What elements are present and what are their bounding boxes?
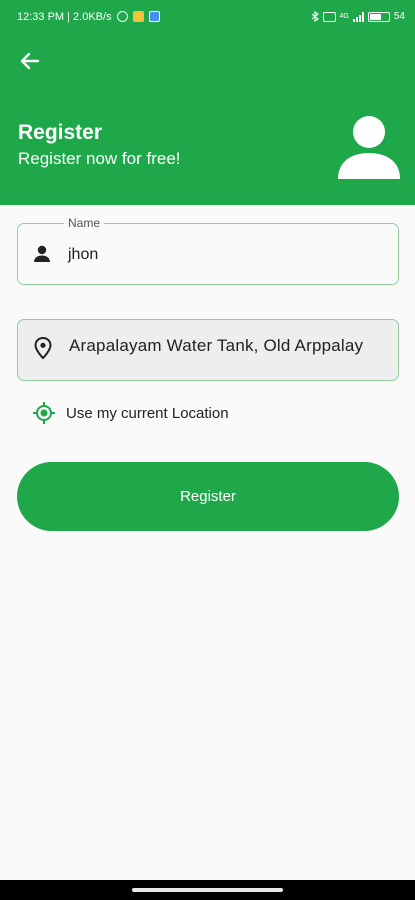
person-icon xyxy=(34,245,50,262)
system-nav-bar xyxy=(0,880,415,900)
name-input-value[interactable]: jhon xyxy=(68,246,98,264)
status-left: 12:33 PM | 2.0KB/s xyxy=(17,11,160,23)
arrow-left-icon xyxy=(20,52,40,70)
page-title: Register xyxy=(18,121,103,144)
use-current-location[interactable]: Use my current Location xyxy=(32,401,229,425)
bluetooth-icon xyxy=(311,11,319,22)
location-pin-icon xyxy=(34,336,52,360)
status-right: 4G 54 xyxy=(311,11,405,22)
name-field-label: Name xyxy=(64,216,105,230)
status-bar: 12:33 PM | 2.0KB/s 4G 54 xyxy=(0,0,415,33)
use-current-location-label: Use my current Location xyxy=(66,404,229,422)
sim-icon xyxy=(322,11,336,22)
alarm-icon xyxy=(116,11,128,22)
battery-icon xyxy=(367,11,390,22)
app-notification-icon xyxy=(132,11,144,22)
battery-percent: 54 xyxy=(393,11,405,22)
page-subtitle: Register now for free! xyxy=(18,149,181,168)
name-field[interactable]: Name jhon xyxy=(17,216,399,285)
status-time-speed: 12:33 PM | 2.0KB/s xyxy=(17,10,112,23)
location-field[interactable]: Arapalayam Water Tank, Old Arppalay xyxy=(17,319,399,381)
signal-icon xyxy=(352,11,364,22)
register-button[interactable]: Register xyxy=(17,462,399,531)
location-input-value[interactable]: Arapalayam Water Tank, Old Arppalay xyxy=(69,336,389,356)
gps-target-icon xyxy=(33,402,55,424)
gesture-handle[interactable] xyxy=(132,888,283,892)
app-notification-icon xyxy=(148,11,160,22)
person-icon xyxy=(338,116,400,179)
back-button[interactable] xyxy=(14,47,46,75)
register-header: Register Register now for free! xyxy=(0,33,415,205)
network-type-label: 4G xyxy=(339,13,349,20)
